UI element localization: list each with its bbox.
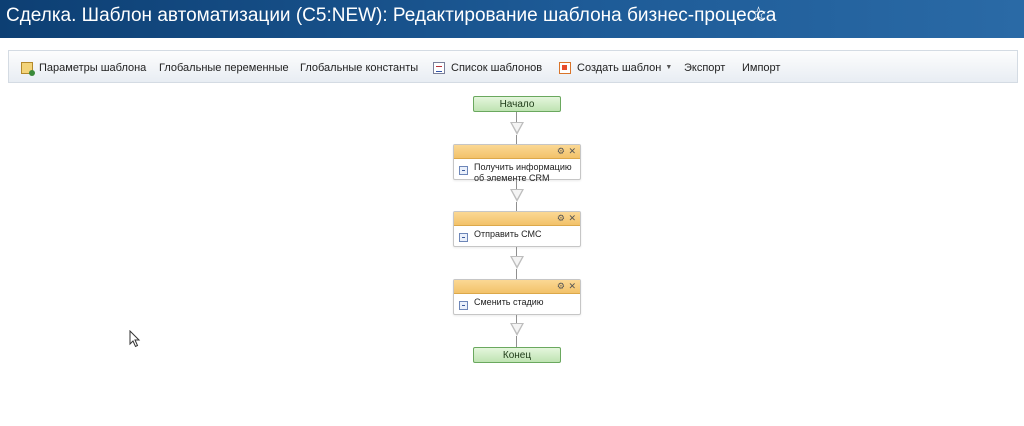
activity-block-get-crm-info[interactable]: ⚙ ✕ Получить информацию об элементе CRM: [453, 144, 581, 183]
create-template-label: Создать шаблон: [577, 61, 662, 74]
create-template-icon: [559, 61, 571, 74]
activity-icon: [459, 166, 468, 175]
template-params-button[interactable]: Параметры шаблона: [21, 51, 146, 84]
page-title: Сделка. Шаблон автоматизации (C5:NEW): Р…: [6, 5, 777, 26]
connector-line: [516, 315, 517, 323]
import-label: Импорт: [742, 61, 781, 74]
favorite-star-icon[interactable]: ☆: [750, 3, 767, 26]
activity-block-body: Сменить стадию: [454, 294, 580, 311]
activity-block-body: Получить информацию об элементе CRM: [454, 159, 580, 187]
connector-arrow: [510, 122, 524, 135]
close-icon[interactable]: ✕: [568, 280, 576, 293]
gear-icon[interactable]: ⚙: [557, 280, 565, 293]
activity-block-body: Отправить СМС: [454, 226, 580, 243]
page-header: Сделка. Шаблон автоматизации (C5:NEW): Р…: [0, 0, 1024, 38]
global-constants-button[interactable]: Глобальные константы: [300, 51, 418, 84]
global-constants-label: Глобальные константы: [300, 61, 419, 74]
end-node[interactable]: Конец: [473, 347, 561, 363]
connector-line: [516, 247, 517, 256]
create-template-button[interactable]: Создать шаблон ▼: [559, 51, 672, 84]
export-label: Экспорт: [684, 61, 726, 74]
activity-label: Получить информацию об элементе CRM: [474, 162, 572, 183]
activity-block-header: ⚙ ✕: [454, 280, 580, 294]
connector-line: [516, 336, 517, 347]
global-variables-button[interactable]: Глобальные переменные: [159, 51, 289, 84]
connector-arrow: [510, 189, 524, 202]
import-button[interactable]: Импорт: [742, 51, 780, 84]
connector-arrow: [510, 256, 524, 269]
gear-icon[interactable]: ⚙: [557, 145, 565, 158]
activity-block-header: ⚙ ✕: [454, 145, 580, 159]
mouse-cursor-icon: [129, 330, 141, 348]
start-node[interactable]: Начало: [473, 96, 561, 112]
activity-block-change-stage[interactable]: ⚙ ✕ Сменить стадию: [453, 279, 581, 315]
template-list-button[interactable]: Список шаблонов: [433, 51, 542, 84]
connector-line: [516, 202, 517, 211]
export-button[interactable]: Экспорт: [684, 51, 725, 84]
toolbar: Параметры шаблона Глобальные переменные …: [8, 50, 1018, 83]
gear-icon[interactable]: ⚙: [557, 212, 565, 225]
chevron-down-icon: ▼: [665, 64, 673, 71]
connector-line: [516, 269, 517, 279]
template-list-icon: [433, 61, 445, 74]
close-icon[interactable]: ✕: [568, 212, 576, 225]
template-params-icon: [21, 61, 35, 76]
template-list-label: Список шаблонов: [451, 61, 543, 74]
activity-block-send-sms[interactable]: ⚙ ✕ Отправить СМС: [453, 211, 581, 247]
connector-line: [516, 180, 517, 189]
close-icon[interactable]: ✕: [568, 145, 576, 158]
connector-line: [516, 135, 517, 144]
connector-arrow: [510, 323, 524, 336]
global-variables-label: Глобальные переменные: [159, 61, 289, 74]
activity-icon: [459, 233, 468, 242]
activity-label: Сменить стадию: [474, 297, 544, 307]
template-params-label: Параметры шаблона: [39, 61, 147, 74]
activity-label: Отправить СМС: [474, 229, 542, 239]
connector-line: [516, 112, 517, 122]
activity-block-header: ⚙ ✕: [454, 212, 580, 226]
activity-icon: [459, 301, 468, 310]
